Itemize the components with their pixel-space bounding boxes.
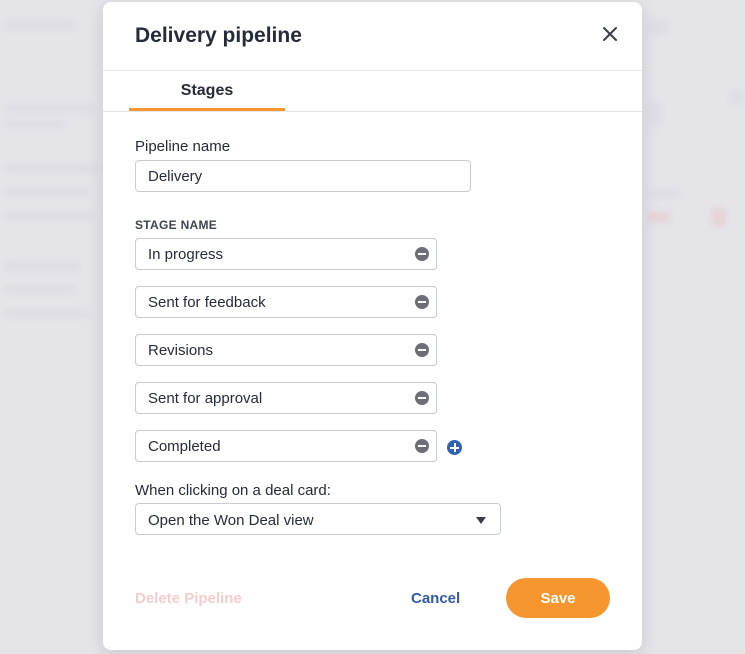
stage-input[interactable]: [135, 286, 437, 318]
remove-stage-icon[interactable]: [415, 247, 429, 261]
remove-stage-icon[interactable]: [415, 391, 429, 405]
stage-row: [135, 334, 437, 366]
caret-down-icon: [476, 517, 486, 524]
stage-input[interactable]: [135, 382, 437, 414]
tab-bar: Stages: [103, 71, 642, 112]
delivery-pipeline-modal: Delivery pipeline Stages Pipeline name S…: [103, 2, 642, 650]
pipeline-name-label: Pipeline name: [135, 138, 231, 155]
pipeline-name-input[interactable]: [135, 160, 471, 192]
stage-input[interactable]: [135, 334, 437, 366]
delete-pipeline-button[interactable]: Delete Pipeline: [135, 590, 242, 607]
stage-row: [135, 286, 437, 318]
deal-card-label: When clicking on a deal card:: [135, 482, 331, 499]
cancel-button[interactable]: Cancel: [411, 590, 460, 607]
stage-row: [135, 430, 437, 462]
modal-title: Delivery pipeline: [135, 24, 302, 47]
deal-card-select-value: Open the Won Deal view: [148, 512, 314, 529]
stage-input[interactable]: [135, 238, 437, 270]
close-button[interactable]: [600, 24, 620, 44]
stage-row: [135, 382, 437, 414]
remove-stage-icon[interactable]: [415, 343, 429, 357]
close-icon: [603, 27, 617, 41]
deal-card-select[interactable]: Open the Won Deal view: [135, 503, 501, 535]
remove-stage-icon[interactable]: [415, 439, 429, 453]
save-button[interactable]: Save: [506, 578, 610, 618]
add-stage-icon[interactable]: [447, 440, 462, 455]
tab-stages[interactable]: Stages: [129, 71, 285, 111]
stage-input[interactable]: [135, 430, 437, 462]
modal-header: Delivery pipeline: [103, 2, 642, 71]
stage-row: [135, 238, 437, 270]
stage-name-label: STAGE NAME: [135, 218, 218, 232]
remove-stage-icon[interactable]: [415, 295, 429, 309]
